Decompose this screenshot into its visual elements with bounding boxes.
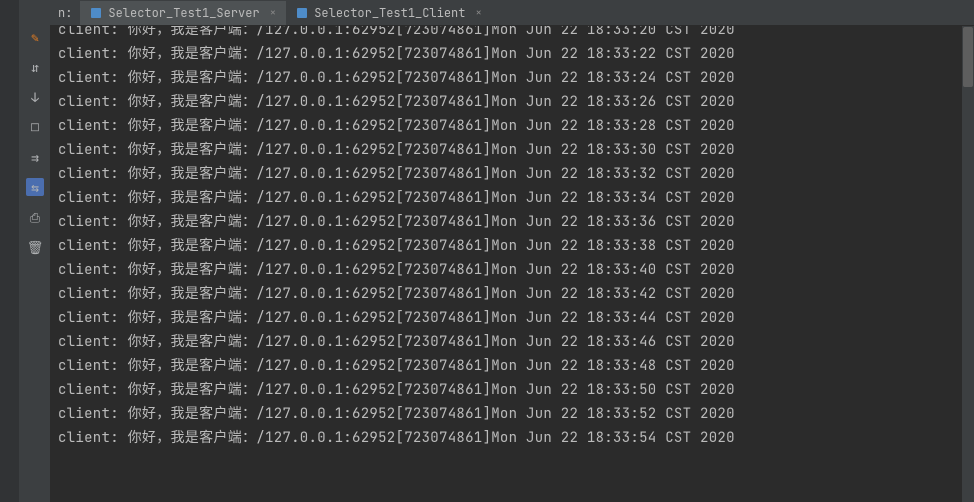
console-line: client: 你好，我是客户端：/127.0.0.1:62952[723074… [50, 354, 974, 378]
console-output: client: 你好，我是客户端：/127.0.0.1:62952[723074… [50, 26, 974, 502]
stop-icon[interactable]: □ [26, 118, 44, 136]
tab-selector_test1_client[interactable]: Selector_Test1_Client × [286, 1, 492, 25]
console-line: client: 你好，我是客户端：/127.0.0.1:62952[723074… [50, 426, 974, 450]
console-line: client: 你好，我是客户端：/127.0.0.1:62952[723074… [50, 138, 974, 162]
console-line: client: 你好，我是客户端：/127.0.0.1:62952[723074… [50, 330, 974, 354]
close-icon[interactable]: × [270, 6, 277, 20]
delete-icon[interactable]: 🗑 [26, 238, 44, 256]
console-line: client: 你好，我是客户端：/127.0.0.1:62952[723074… [50, 114, 974, 138]
edit-icon[interactable]: ✎ [26, 28, 44, 46]
tab-label: Selector_Test1_Server [108, 5, 259, 21]
tab-label: Selector_Test1_Client [314, 5, 465, 21]
scroll-icon[interactable]: ↓ [26, 88, 44, 106]
close-icon[interactable]: × [475, 6, 482, 20]
tab-selector_test1_server[interactable]: Selector_Test1_Server × [80, 1, 286, 25]
console-line: client: 你好，我是客户端：/127.0.0.1:62952[723074… [50, 210, 974, 234]
console-line: client: 你好，我是客户端：/127.0.0.1:62952[723074… [50, 26, 974, 42]
console-line: client: 你好，我是客户端：/127.0.0.1:62952[723074… [50, 402, 974, 426]
console-line: client: 你好，我是客户端：/127.0.0.1:62952[723074… [50, 378, 974, 402]
print-icon[interactable]: ⎙ [26, 208, 44, 226]
run-config-icon [296, 7, 308, 19]
wrap-icon[interactable]: ⇉ [26, 148, 44, 166]
scrollbar-thumb[interactable] [963, 27, 973, 87]
console-line: client: 你好，我是客户端：/127.0.0.1:62952[723074… [50, 162, 974, 186]
console-toolbar: ✎ ⇵ ↓ □ ⇉ ⇆ ⎙ 🗑 [20, 0, 50, 502]
console-line: client: 你好，我是客户端：/127.0.0.1:62952[723074… [50, 234, 974, 258]
console-line: client: 你好，我是客户端：/127.0.0.1:62952[723074… [50, 186, 974, 210]
vertical-scrollbar[interactable] [962, 26, 974, 502]
left-gutter [0, 0, 20, 502]
console-line: client: 你好，我是客户端：/127.0.0.1:62952[723074… [50, 42, 974, 66]
debug-icon[interactable]: ⇵ [26, 58, 44, 76]
soft-wrap-icon[interactable]: ⇆ [26, 178, 44, 196]
console-line: client: 你好，我是客户端：/127.0.0.1:62952[723074… [50, 90, 974, 114]
run-label: n: [50, 5, 80, 21]
console-line: client: 你好，我是客户端：/127.0.0.1:62952[723074… [50, 258, 974, 282]
tab-bar: n: Selector_Test1_Server×Selector_Test1_… [50, 0, 974, 26]
run-config-icon [90, 7, 102, 19]
console-line: client: 你好，我是客户端：/127.0.0.1:62952[723074… [50, 66, 974, 90]
console-line: client: 你好，我是客户端：/127.0.0.1:62952[723074… [50, 306, 974, 330]
console-line: client: 你好，我是客户端：/127.0.0.1:62952[723074… [50, 282, 974, 306]
